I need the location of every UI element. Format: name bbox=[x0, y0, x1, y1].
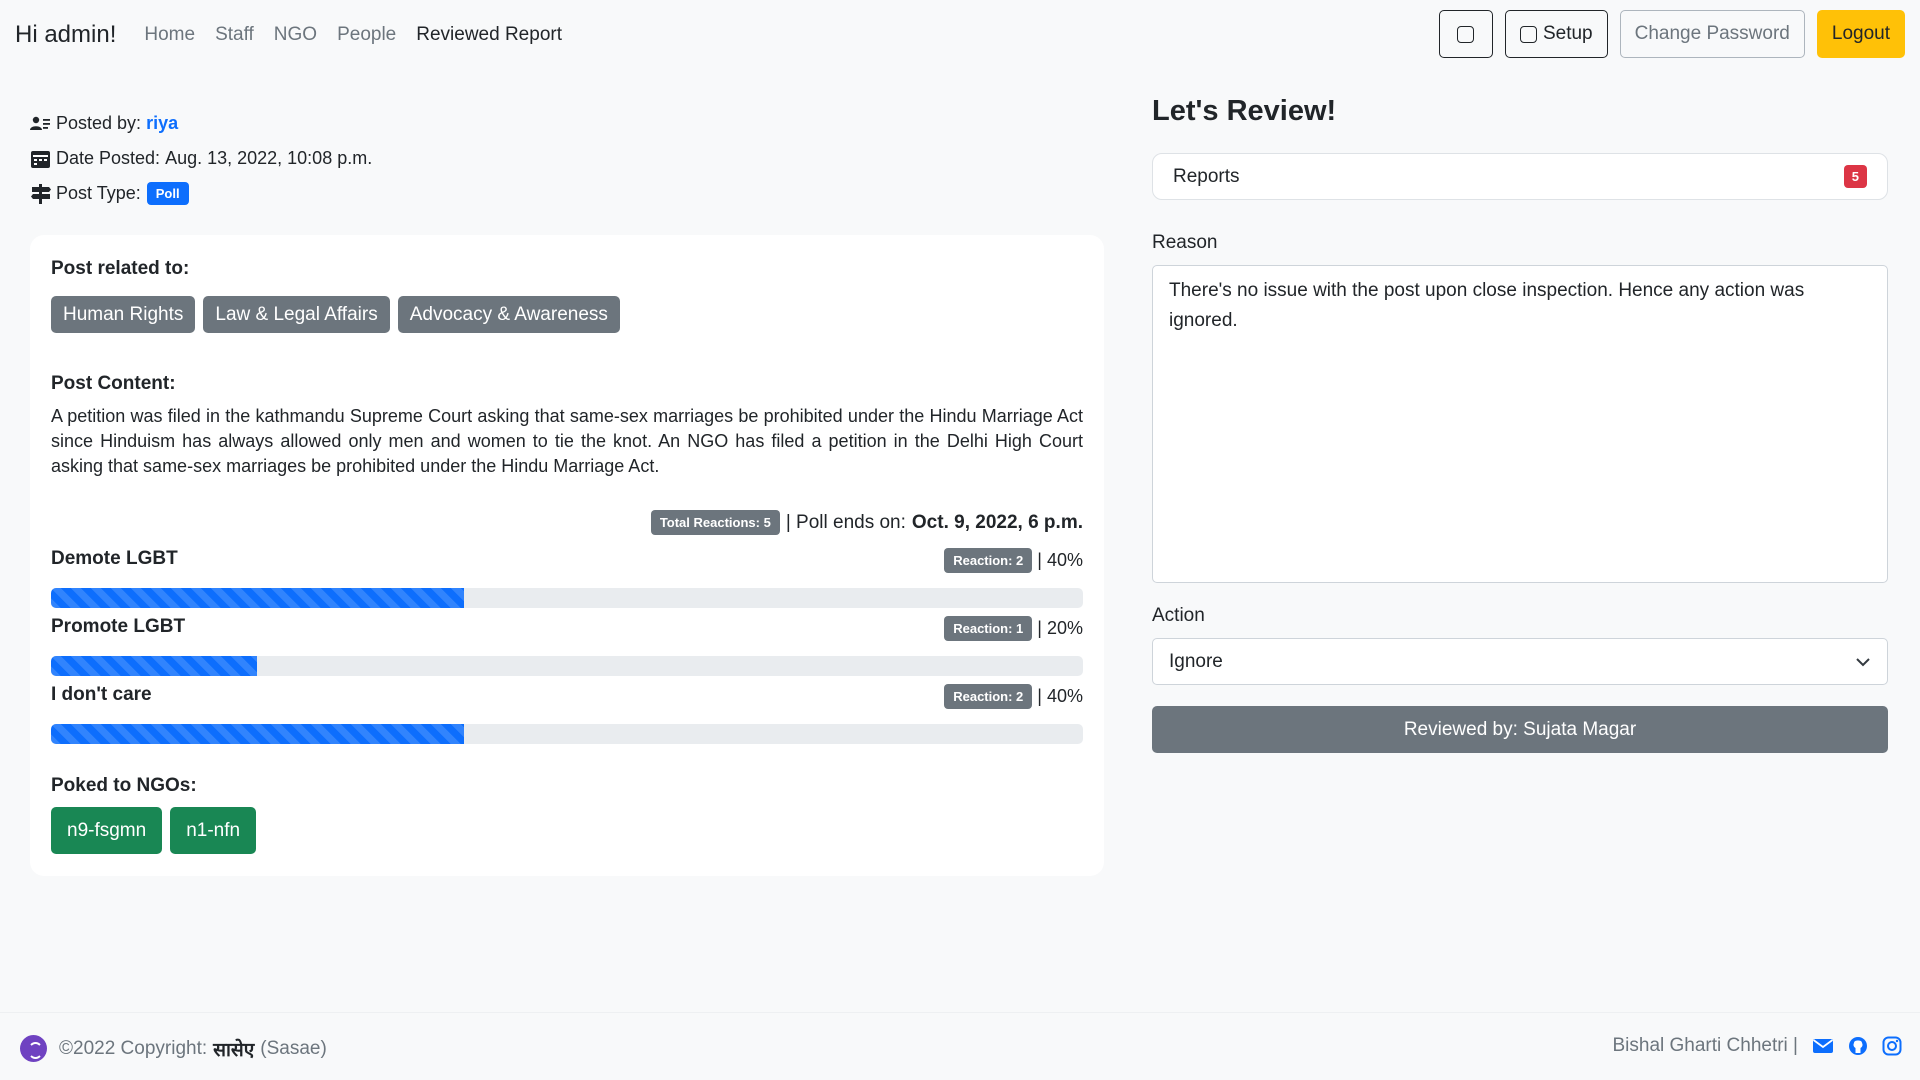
poked-ngos-label: Poked to NGOs: bbox=[51, 775, 197, 796]
setup-label: Setup bbox=[1542, 23, 1593, 44]
post-content-text: A petition was filed in the kathmandu Su… bbox=[51, 406, 1083, 476]
poll-option: I don't care Reaction: 2 | 40% bbox=[51, 684, 1083, 744]
nav-home[interactable]: Home bbox=[134, 24, 205, 46]
ngo-button[interactable]: n9-fsgmn bbox=[51, 807, 163, 854]
nav-reviewed-report[interactable]: Reviewed Report bbox=[406, 24, 572, 46]
progress-fill bbox=[51, 656, 258, 676]
progress-track bbox=[51, 588, 1083, 608]
footer: ©2022 Copyright: सासेए (Sasae) Bishal Gh… bbox=[0, 1012, 1920, 1080]
greeting-brand[interactable]: Hi admin! bbox=[15, 21, 116, 49]
post-related-label: Post related to: bbox=[51, 258, 190, 279]
checkbox-icon bbox=[1457, 25, 1475, 43]
reason-textarea[interactable]: There's no issue with the post upon clos… bbox=[1152, 265, 1888, 583]
reason-label: Reason bbox=[1152, 232, 1218, 253]
nav-ngo[interactable]: NGO bbox=[264, 24, 327, 46]
tag-human-rights: Human Rights bbox=[51, 296, 196, 333]
author-link[interactable]: riya bbox=[146, 113, 178, 134]
footer-author: Bishal Gharti Chhetri | bbox=[1612, 1035, 1902, 1057]
brand-latin: (Sasae) bbox=[260, 1037, 327, 1059]
posted-by-label: Posted by: bbox=[56, 113, 142, 133]
poll-option-percent: | 40% bbox=[1037, 686, 1083, 706]
author-name: Bishal Gharti Chhetri | bbox=[1612, 1035, 1798, 1056]
tag-law-legal: Law & Legal Affairs bbox=[203, 296, 390, 333]
poll-ends-label: | Poll ends on: bbox=[785, 511, 906, 533]
sasae-logo-icon bbox=[20, 1035, 47, 1062]
action-select-value: Ignore bbox=[1169, 650, 1223, 672]
reports-count-badge: 5 bbox=[1843, 165, 1867, 188]
calendar-icon bbox=[31, 150, 50, 168]
posted-by-line: Posted by: riya bbox=[30, 106, 372, 141]
poll-ends-date: Oct. 9, 2022, 6 p.m. bbox=[911, 511, 1083, 533]
post-type-label: Post Type: bbox=[56, 183, 141, 203]
reaction-badge: Reaction: 2 bbox=[944, 684, 1033, 709]
progress-track bbox=[51, 656, 1083, 676]
progress-fill bbox=[51, 724, 464, 744]
progress-track bbox=[51, 724, 1083, 744]
poll-option: Promote LGBT Reaction: 1 | 20% bbox=[51, 616, 1083, 676]
poll-option-percent: | 40% bbox=[1037, 550, 1083, 570]
reports-label: Reports bbox=[1173, 165, 1240, 187]
change-password-button[interactable]: Change Password bbox=[1619, 10, 1805, 58]
reports-item[interactable]: Reports 5 bbox=[1152, 153, 1888, 200]
date-posted-value: Aug. 13, 2022, 10:08 p.m. bbox=[165, 148, 373, 168]
nav-actions: Setup Change Password Logout bbox=[1438, 10, 1905, 58]
setup-button[interactable]: Setup bbox=[1504, 10, 1608, 58]
post-card: Post related to: Human Rights Law & Lega… bbox=[30, 235, 1104, 876]
nav-staff[interactable]: Staff bbox=[205, 24, 264, 46]
action-select[interactable]: Ignore bbox=[1152, 638, 1888, 685]
signpost-icon bbox=[31, 183, 51, 204]
footer-copyright: ©2022 Copyright: सासेए (Sasae) bbox=[20, 1035, 327, 1062]
post-type-badge: Poll bbox=[146, 182, 189, 205]
brand-devanagari: सासेए bbox=[213, 1039, 255, 1061]
ngo-list: n9-fsgmn n1-nfn bbox=[51, 807, 257, 854]
poll-meta: Total Reactions: 5 | Poll ends on: Oct. … bbox=[650, 510, 1083, 535]
reaction-badge: Reaction: 2 bbox=[944, 548, 1033, 573]
user-list-icon bbox=[30, 116, 50, 130]
logout-button[interactable]: Logout bbox=[1816, 10, 1905, 58]
chevron-down-icon bbox=[1856, 657, 1870, 666]
checkbox-icon bbox=[1519, 25, 1537, 43]
poll-option-percent: | 20% bbox=[1037, 618, 1083, 638]
date-posted-label: Date Posted: bbox=[56, 148, 161, 168]
poll-option-label: Demote LGBT bbox=[51, 548, 178, 569]
reviewed-by-button[interactable]: Reviewed by: Sujata Magar bbox=[1152, 706, 1888, 753]
category-tags: Human Rights Law & Legal Affairs Advocac… bbox=[51, 296, 620, 333]
review-panel: Let's Review! Reports 5 Reason There's n… bbox=[1152, 95, 1888, 753]
post-meta: Posted by: riya Date Posted: Aug. 13, 20… bbox=[30, 106, 372, 211]
reaction-badge: Reaction: 1 bbox=[944, 616, 1033, 641]
theme-toggle-button[interactable] bbox=[1438, 10, 1493, 58]
action-label: Action bbox=[1152, 605, 1205, 626]
instagram-icon[interactable] bbox=[1882, 1036, 1902, 1056]
poll-option-label: Promote LGBT bbox=[51, 616, 186, 637]
date-posted-line: Date Posted: Aug. 13, 2022, 10:08 p.m. bbox=[30, 141, 372, 176]
poll-option-label: I don't care bbox=[51, 684, 152, 705]
progress-fill bbox=[51, 588, 464, 608]
envelope-icon[interactable] bbox=[1812, 1038, 1834, 1054]
total-reactions-badge: Total Reactions: 5 bbox=[650, 510, 780, 535]
post-type-line: Post Type: Poll bbox=[30, 176, 372, 211]
nav-links: Home Staff NGO People Reviewed Report bbox=[134, 24, 572, 46]
post-content-label: Post Content: bbox=[51, 373, 176, 394]
github-icon[interactable] bbox=[1848, 1036, 1868, 1056]
poll-option: Demote LGBT Reaction: 2 | 40% bbox=[51, 548, 1083, 608]
ngo-button[interactable]: n1-nfn bbox=[170, 807, 257, 854]
review-title: Let's Review! bbox=[1152, 95, 1337, 127]
copyright-text: ©2022 Copyright: bbox=[59, 1037, 208, 1059]
tag-advocacy: Advocacy & Awareness bbox=[397, 296, 620, 333]
top-navbar: Hi admin! Home Staff NGO People Reviewed… bbox=[0, 0, 1920, 69]
nav-people[interactable]: People bbox=[327, 24, 406, 46]
